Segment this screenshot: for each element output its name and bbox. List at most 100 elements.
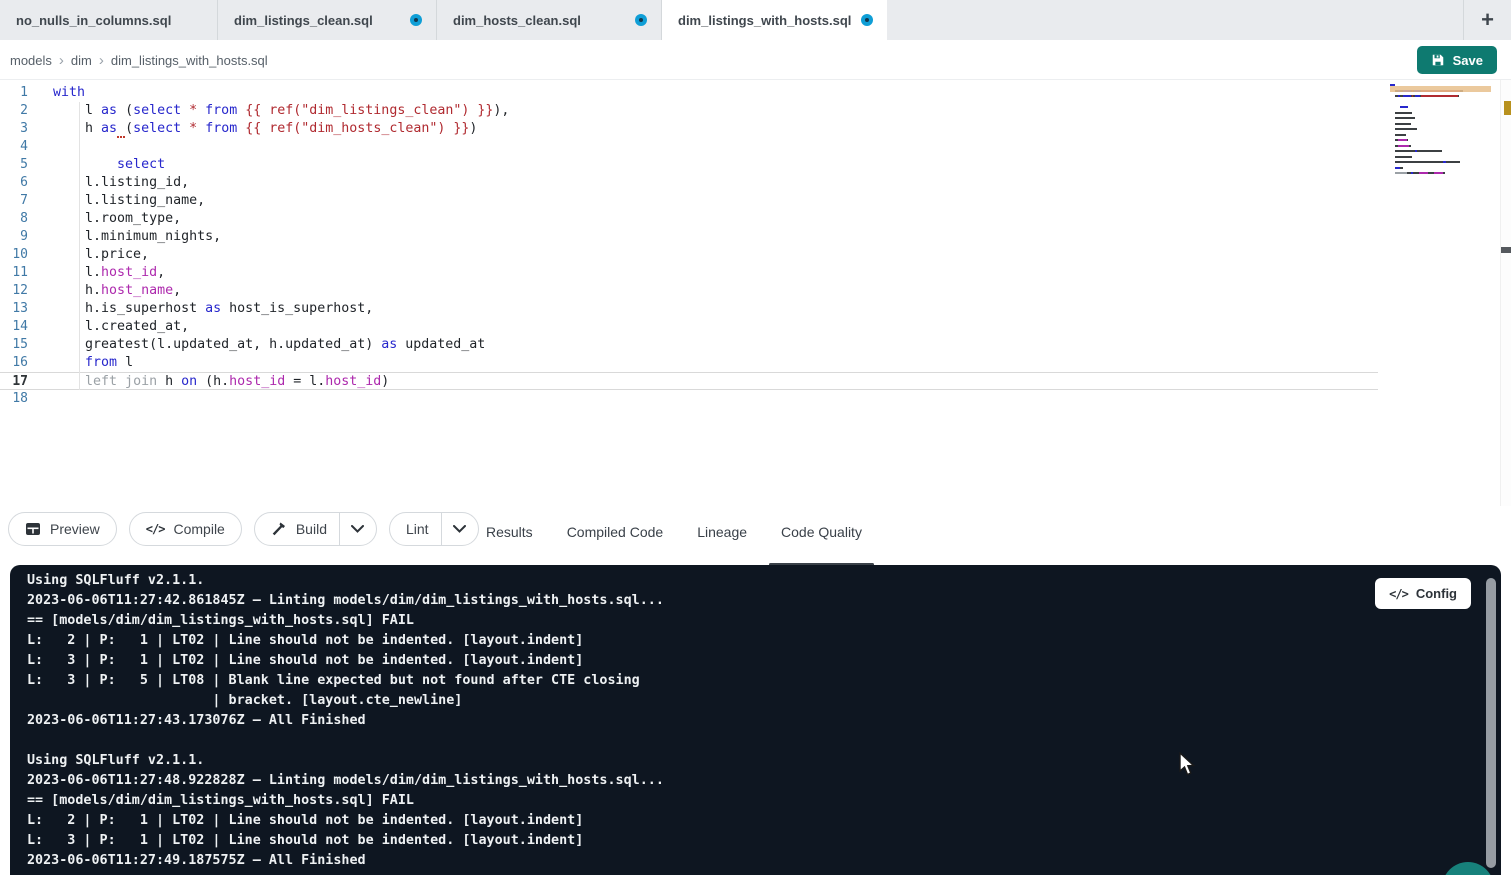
breadcrumb-item[interactable]: dim [71, 53, 92, 68]
tab-label: dim_listings_clean.sql [234, 13, 373, 28]
build-dropdown-chevron-icon[interactable] [339, 513, 376, 545]
config-button[interactable]: </> Config [1375, 578, 1471, 609]
code-line[interactable]: 15 greatest(l.updated_at, h.updated_at) … [0, 336, 1378, 354]
line-number: 14 [0, 318, 28, 336]
file-header-bar: models›dim›dim_listings_with_hosts.sql S… [0, 40, 1511, 80]
code-line[interactable]: 13 h.is_superhost as host_is_superhost, [0, 300, 1378, 318]
line-number: 10 [0, 246, 28, 264]
save-button[interactable]: Save [1417, 46, 1497, 74]
line-number: 2 [0, 102, 28, 120]
result-tab-code-quality[interactable]: Code Quality [769, 506, 874, 558]
code-editor[interactable]: 1with2 l as (select * from {{ ref("dim_l… [0, 80, 1511, 506]
line-content: h.host_name, [53, 282, 181, 300]
line-number: 15 [0, 336, 28, 354]
config-label: Config [1416, 586, 1457, 601]
line-content: l.host_id, [53, 264, 165, 282]
tab-label: dim_listings_with_hosts.sql [678, 13, 851, 28]
overview-ruler[interactable] [1500, 80, 1511, 506]
terminal-line: L: 3 | P: 1 | LT02 | Line should not be … [27, 831, 1501, 851]
terminal-line: | bracket. [layout.cte_newline] [27, 691, 1501, 711]
result-tab-lineage[interactable]: Lineage [685, 506, 759, 558]
terminal-scrollbar[interactable] [1486, 578, 1496, 868]
line-number: 5 [0, 156, 28, 174]
terminal-line: 2023-06-06T11:27:43.173076Z — All Finish… [27, 711, 1501, 731]
code-line[interactable]: 10 l.price, [0, 246, 1378, 264]
terminal-line [27, 731, 1501, 751]
code-line[interactable]: 12 h.host_name, [0, 282, 1378, 300]
line-number: 3 [0, 120, 28, 138]
result-tab-bar: ResultsCompiled CodeLineageCode Quality [474, 506, 874, 558]
code-icon: </> [146, 522, 165, 536]
lint-output-terminal: Using SQLFluff v2.1.1.2023-06-06T11:27:4… [10, 565, 1501, 875]
line-content: from l [53, 354, 133, 372]
line-number: 4 [0, 138, 28, 156]
code-line[interactable]: 8 l.room_type, [0, 210, 1378, 228]
code-line[interactable]: 17 left join h on (h.host_id = l.host_id… [0, 372, 1378, 390]
terminal-line: Using SQLFluff v2.1.1. [27, 571, 1501, 591]
action-toolbar: Preview </> Compile Build Lint [0, 506, 1511, 565]
dbt-cloud-ide: no_nulls_in_columns.sql dim_listings_clea… [0, 0, 1511, 875]
ruler-scroll-thumb[interactable] [1501, 247, 1511, 253]
code-line[interactable]: 7 l.listing_name, [0, 192, 1378, 210]
breadcrumb-item[interactable]: dim_listings_with_hosts.sql [111, 53, 268, 68]
terminal-log: Using SQLFluff v2.1.1.2023-06-06T11:27:4… [27, 571, 1501, 871]
code-line[interactable]: 9 l.minimum_nights, [0, 228, 1378, 246]
line-number: 9 [0, 228, 28, 246]
editor-tab[interactable]: dim_listings_clean.sql [218, 0, 437, 40]
line-number: 18 [0, 390, 28, 408]
preview-button[interactable]: Preview [8, 512, 117, 546]
code-line[interactable]: 14 l.created_at, [0, 318, 1378, 336]
code-line[interactable]: 3 h as (select * from {{ ref("dim_hosts_… [0, 120, 1378, 138]
line-content: left join h on (h.host_id = l.host_id) [53, 373, 389, 389]
terminal-line: L: 2 | P: 1 | LT02 | Line should not be … [27, 811, 1501, 831]
terminal-line: 2023-06-06T11:27:48.922828Z — Linting mo… [27, 771, 1501, 791]
terminal-line: Using SQLFluff v2.1.1. [27, 751, 1501, 771]
code-line[interactable]: 1with [0, 84, 1378, 102]
line-content: h.is_superhost as host_is_superhost, [53, 300, 373, 318]
minimap[interactable] [1390, 84, 1463, 183]
code-line[interactable]: 6 l.listing_id, [0, 174, 1378, 192]
line-number: 12 [0, 282, 28, 300]
line-number: 17 [0, 373, 28, 389]
editor-tab[interactable]: dim_hosts_clean.sql [437, 0, 662, 40]
terminal-line: == [models/dim/dim_listings_with_hosts.s… [27, 611, 1501, 631]
ruler-warning-marker[interactable] [1504, 101, 1511, 115]
unsaved-changes-dot-icon[interactable] [635, 14, 647, 26]
breadcrumb-item[interactable]: models [10, 53, 52, 68]
code-line[interactable]: 4 [0, 138, 1378, 156]
code-line[interactable]: 11 l.host_id, [0, 264, 1378, 282]
line-number: 8 [0, 210, 28, 228]
terminal-line: L: 3 | P: 1 | LT02 | Line should not be … [27, 651, 1501, 671]
preview-label: Preview [50, 521, 100, 537]
compile-button[interactable]: </> Compile [129, 512, 242, 546]
lint-label: Lint [406, 521, 429, 537]
line-number: 1 [0, 84, 28, 102]
editor-tab[interactable]: no_nulls_in_columns.sql [0, 0, 218, 40]
result-tab-compiled-code[interactable]: Compiled Code [555, 506, 676, 558]
hammer-icon [271, 521, 287, 537]
indent-guide [79, 102, 80, 390]
code-line[interactable]: 2 l as (select * from {{ ref("dim_listin… [0, 102, 1378, 120]
code-line[interactable]: 5 select [0, 156, 1378, 174]
breadcrumb: models›dim›dim_listings_with_hosts.sql [10, 40, 268, 80]
lint-dropdown-chevron-icon[interactable] [441, 513, 478, 545]
code-area[interactable]: 1with2 l as (select * from {{ ref("dim_l… [0, 84, 1378, 408]
lint-button[interactable]: Lint [390, 513, 441, 545]
table-icon [25, 521, 41, 537]
line-number: 13 [0, 300, 28, 318]
breadcrumb-separator-icon: › [59, 52, 64, 69]
code-line[interactable]: 16 from l [0, 354, 1378, 372]
tab-label: no_nulls_in_columns.sql [16, 13, 171, 28]
unsaved-changes-dot-icon[interactable] [861, 14, 873, 26]
result-tab-results[interactable]: Results [474, 506, 545, 558]
new-tab-button[interactable]: + [1481, 9, 1494, 31]
lint-split-button: Lint [389, 512, 479, 546]
line-content: l.room_type, [53, 210, 181, 228]
line-number: 7 [0, 192, 28, 210]
tab-label: dim_hosts_clean.sql [453, 13, 581, 28]
editor-tab[interactable]: dim_listings_with_hosts.sql [662, 0, 887, 40]
build-button[interactable]: Build [255, 513, 339, 545]
code-line[interactable]: 18 [0, 390, 1378, 408]
unsaved-changes-dot-icon[interactable] [410, 14, 422, 26]
terminal-line: 2023-06-06T11:27:42.861845Z — Linting mo… [27, 591, 1501, 611]
